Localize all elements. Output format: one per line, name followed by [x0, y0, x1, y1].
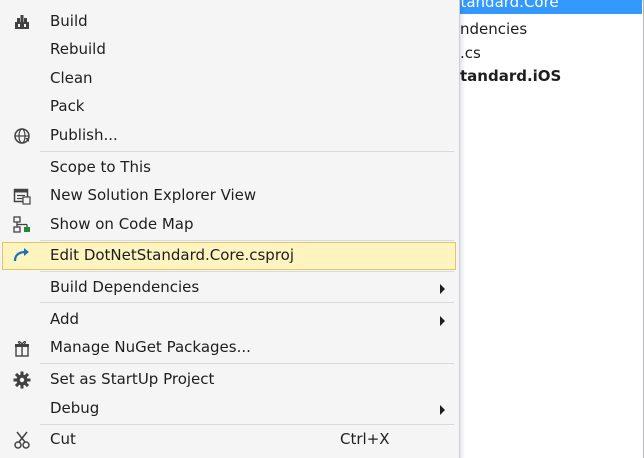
menu-item-label: Set as StartUp Project: [50, 370, 215, 388]
menu-item-cut[interactable]: Cut Ctrl+X: [2, 426, 456, 454]
build-icon: [12, 13, 32, 31]
menu-item-debug[interactable]: Debug: [2, 395, 456, 423]
nuget-gift-icon: [12, 339, 32, 357]
menu-item-pack[interactable]: Pack: [2, 93, 456, 121]
menu-item-clean[interactable]: Clean: [2, 65, 456, 93]
menu-item-build-dependencies[interactable]: Build Dependencies: [2, 274, 456, 302]
menu-item-new-solution-explorer-view[interactable]: New Solution Explorer View: [2, 182, 456, 210]
menu-item-show-on-code-map[interactable]: Show on Code Map: [2, 211, 456, 239]
menu-item-label: Clean: [50, 69, 93, 87]
menu-item-scope-to-this[interactable]: Scope to This: [2, 154, 456, 182]
menu-item-build[interactable]: Build: [2, 8, 456, 36]
explorer-row-label: .cs: [460, 44, 481, 62]
solution-explorer-icon: [12, 187, 32, 205]
globe-icon: [12, 127, 32, 145]
menu-item-label: Edit DotNetStandard.Core.csproj: [50, 246, 295, 264]
menu-separator: [40, 240, 454, 241]
menu-item-manage-nuget-packages[interactable]: Manage NuGet Packages...: [2, 334, 456, 362]
submenu-arrow-icon: [440, 284, 445, 294]
edit-arrow-icon: [12, 247, 32, 265]
menu-item-label: Scope to This: [50, 158, 151, 176]
explorer-row-dependencies[interactable]: ndencies: [460, 20, 527, 38]
menu-separator: [40, 302, 454, 303]
menu-item-label: Cut: [50, 430, 76, 448]
screen: DotNetStandard.Core ndencies .cs tandard…: [0, 0, 644, 458]
explorer-row-label: ndencies: [460, 20, 528, 38]
menu-item-label: Build Dependencies: [50, 278, 200, 296]
menu-item-label: Debug: [50, 399, 100, 417]
menu-separator: [40, 151, 454, 152]
menu-item-label: Build: [50, 12, 88, 30]
menu-item-label: Publish...: [50, 126, 118, 144]
menu-item-shortcut: Ctrl+X: [340, 430, 390, 448]
submenu-arrow-icon: [440, 405, 445, 415]
menu-item-label: Rebuild: [50, 40, 106, 58]
menu-item-publish[interactable]: Publish...: [2, 122, 456, 150]
scissors-icon: [12, 431, 32, 449]
menu-item-label: New Solution Explorer View: [50, 186, 257, 204]
menu-item-label: Show on Code Map: [50, 215, 194, 233]
menu-item-set-as-startup-project[interactable]: Set as StartUp Project: [2, 366, 456, 394]
submenu-arrow-icon: [440, 316, 445, 326]
explorer-row-label: tandard.iOS: [460, 67, 562, 85]
menu-item-add[interactable]: Add: [2, 306, 456, 334]
menu-separator: [40, 424, 454, 425]
menu-item-label: Manage NuGet Packages...: [50, 338, 251, 356]
menu-item-edit-csproj[interactable]: Edit DotNetStandard.Core.csproj: [2, 242, 456, 270]
code-map-icon: [12, 216, 32, 234]
context-menu: Build Rebuild Clean Pack Publish... Scop…: [0, 0, 460, 458]
explorer-row-cs-file[interactable]: .cs: [460, 44, 481, 62]
menu-item-label: Add: [50, 310, 80, 328]
explorer-row-ios-project[interactable]: tandard.iOS: [460, 67, 561, 85]
gear-icon: [12, 371, 32, 389]
menu-item-rebuild[interactable]: Rebuild: [2, 36, 456, 64]
menu-separator: [40, 363, 454, 364]
menu-item-label: Pack: [50, 97, 85, 115]
menu-separator: [40, 271, 454, 272]
